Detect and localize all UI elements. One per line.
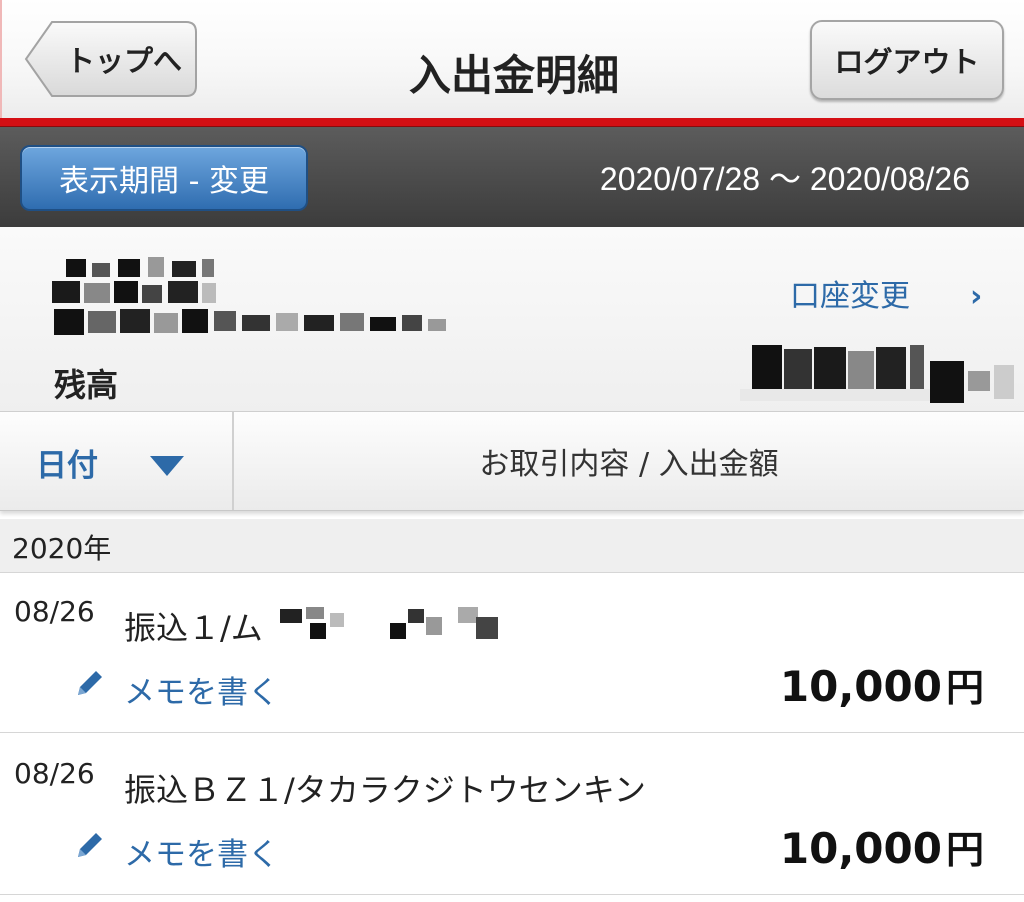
sort-by-date-button[interactable]: 日付	[0, 412, 234, 510]
back-button-label: トップへ	[65, 44, 182, 78]
amount-value: 10,000	[779, 662, 942, 711]
top-navbar: トップへ 入出金明細 ログアウト	[0, 0, 1024, 118]
transaction-description: 振込ＢＺ１/タカラクジトウセンキン	[124, 771, 646, 809]
period-range: 2020/07/28 ～ 2020/08/26	[599, 161, 970, 197]
amount-value: 10,000	[779, 824, 942, 873]
transaction-description: 振込１/ム	[124, 609, 263, 647]
change-account-link[interactable]: 口座変更 ›	[790, 275, 982, 319]
transaction-date: 08/26	[14, 757, 95, 790]
pencil-icon	[78, 671, 102, 695]
description-redacted	[280, 607, 498, 639]
year-section-header: 2020年	[0, 519, 1024, 573]
sort-date-label: 日付	[36, 448, 98, 484]
logout-button[interactable]: ログアウト	[810, 20, 1004, 100]
account-name-redacted	[52, 257, 446, 335]
period-bar: 表示期間 - 変更 2020/07/28 ～ 2020/08/26	[0, 127, 1024, 227]
header-divider	[0, 118, 1024, 127]
transaction-amount: 10,000 円	[780, 819, 984, 879]
chevron-right-icon: ›	[970, 279, 983, 314]
content-column-header: お取引内容 / 入出金額	[479, 447, 779, 482]
transaction-date: 08/26	[14, 595, 95, 628]
balance-label: 残高	[54, 366, 119, 404]
account-panel: 残高 口座変更 ›	[0, 227, 1024, 411]
list-header: 日付 お取引内容 / 入出金額	[0, 411, 1024, 511]
write-memo-label: メモを書く	[124, 675, 279, 711]
transaction-row: 08/26 振込ＢＺ１/タカラクジトウセンキン メモを書く 10,000 円	[0, 735, 1024, 895]
currency-unit: 円	[945, 666, 984, 710]
currency-unit: 円	[945, 828, 984, 872]
triangle-down-icon	[150, 456, 184, 476]
back-to-top-button[interactable]: トップへ	[24, 20, 198, 98]
transaction-amount: 10,000 円	[780, 657, 984, 717]
change-period-button[interactable]: 表示期間 - 変更	[20, 145, 308, 211]
transaction-row: 08/26 振込１/ム メモを書く 10,000 円	[0, 573, 1024, 733]
year-label: 2020年	[12, 532, 112, 565]
balance-amount-redacted	[740, 345, 1014, 403]
change-account-label: 口座変更	[790, 279, 910, 314]
pencil-icon	[78, 833, 102, 857]
page-title: 入出金明細	[408, 51, 619, 100]
write-memo-label: メモを書く	[124, 837, 279, 873]
